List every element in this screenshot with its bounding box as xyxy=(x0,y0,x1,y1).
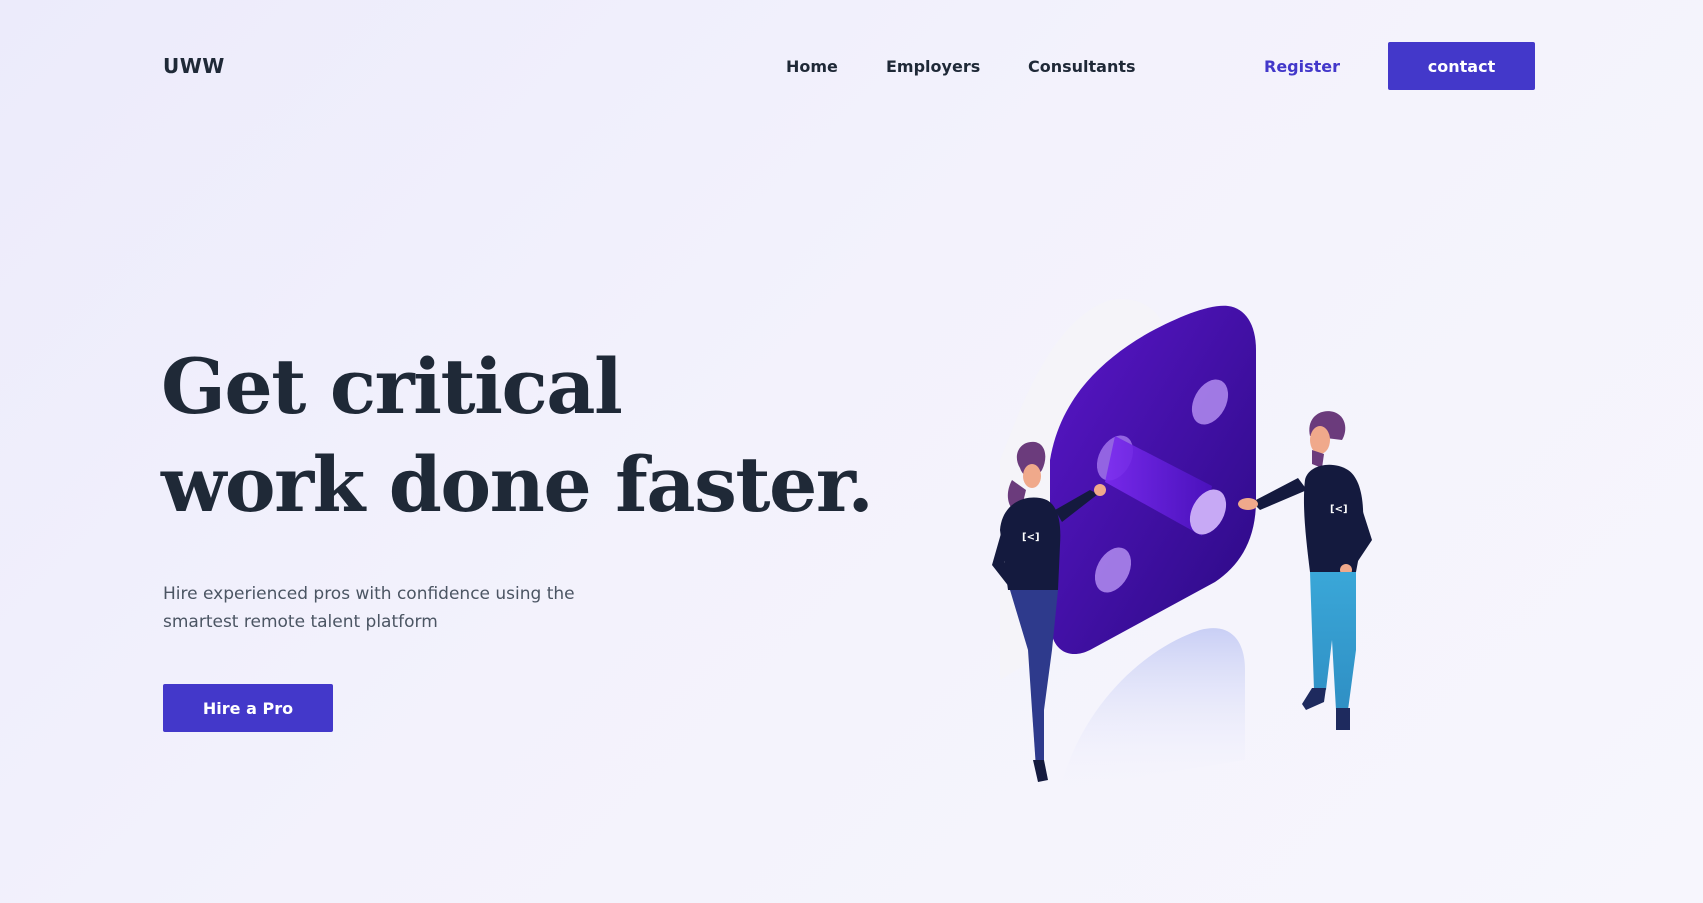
svg-text:[<]: [<] xyxy=(1330,504,1348,515)
logo[interactable]: UWW xyxy=(163,54,225,78)
nav-consultants[interactable]: Consultants xyxy=(1028,57,1136,76)
hero-headline-line-1: Get critical xyxy=(161,342,623,431)
team-collaboration-illustration: [<] [<] xyxy=(992,299,1372,790)
hero-subtext: Hire experienced pros with confidence us… xyxy=(163,584,575,632)
nav-home[interactable]: Home xyxy=(786,57,838,76)
hero-headline-line-2: work done faster. xyxy=(161,440,874,529)
floor-shadow-shape xyxy=(1060,628,1245,790)
nav-employers[interactable]: Employers xyxy=(886,57,980,76)
contact-button[interactable]: contact xyxy=(1388,42,1535,90)
register-link[interactable]: Register xyxy=(1264,57,1340,76)
man-figure: [<] xyxy=(1238,411,1372,730)
hero-headline: Get critical work done faster. xyxy=(161,338,874,534)
svg-text:[<]: [<] xyxy=(1022,532,1040,543)
hire-a-pro-button[interactable]: Hire a Pro xyxy=(163,684,333,732)
